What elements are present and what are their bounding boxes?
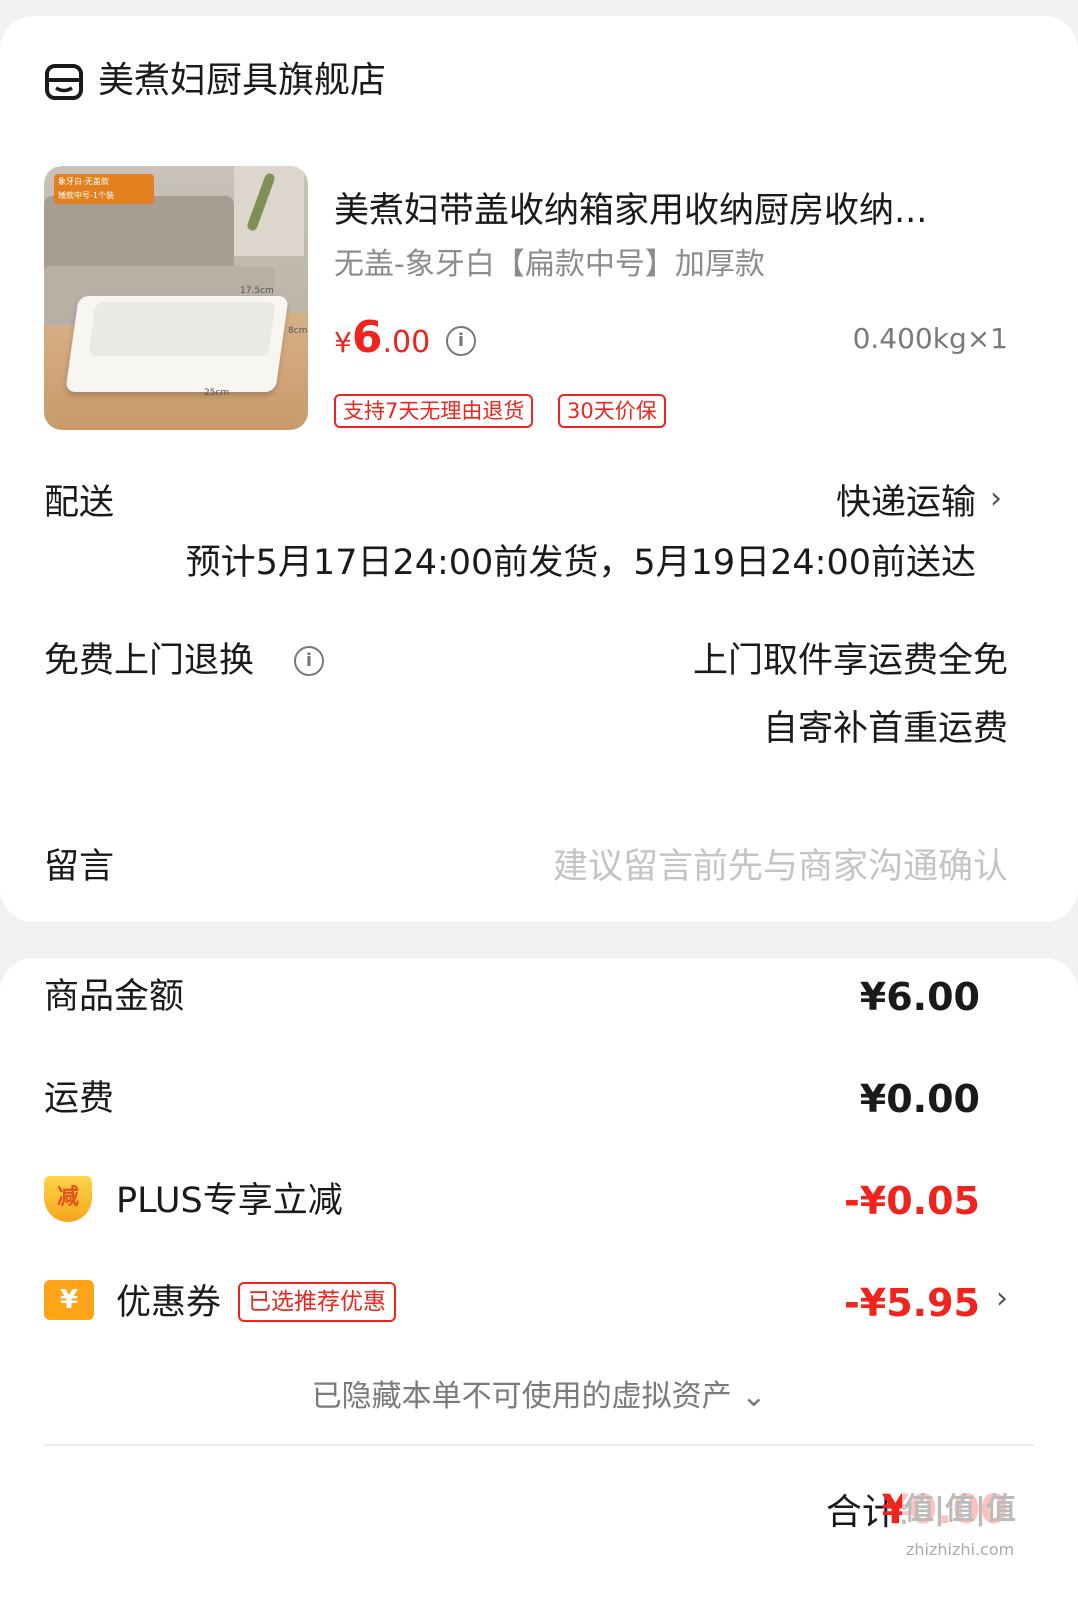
delivery-method[interactable]: 快递运输 xyxy=(836,478,976,528)
product-title[interactable]: 美煮妇带盖收纳箱家用收纳厨房收纳... xyxy=(334,186,984,236)
delivery-chevron-right-icon[interactable]: › xyxy=(990,474,1002,524)
coupon-yen-icon: ¥ xyxy=(44,1280,94,1320)
dim-height: 8cm xyxy=(288,326,308,336)
price-protect-tag: 30天价保 xyxy=(558,394,666,428)
delivery-estimate: 预计5月17日24:00前发货，5月19日24:00前送达 xyxy=(185,543,976,583)
shipping-fee-value: ¥0.00 xyxy=(859,1077,980,1121)
coupon-recommended-tag: 已选推荐优惠 xyxy=(238,1282,396,1322)
delivery-label: 配送 xyxy=(44,483,115,523)
message-input[interactable]: 建议留言前先与商家沟通确认 xyxy=(553,842,1008,892)
goods-amount-label: 商品金额 xyxy=(44,977,185,1017)
order-card: 美煮妇厨具旗舰店 象牙白-无盖款 矮款中号-1个装 17.5cm 8cm 25c… xyxy=(0,16,1078,922)
divider xyxy=(44,1444,1034,1446)
goods-amount-value: ¥6.00 xyxy=(859,975,980,1019)
store-name[interactable]: 美煮妇厨具旗舰店 xyxy=(98,56,386,106)
price-info-icon[interactable]: i xyxy=(446,326,476,356)
return-policy-tag: 支持7天无理由退货 xyxy=(334,394,534,428)
dim-width: 25cm xyxy=(204,388,230,398)
product-variant[interactable]: 无盖-象牙白【扁款中号】加厚款 xyxy=(334,242,765,288)
watermark-logo: 值|值|值 xyxy=(904,1492,1016,1527)
watermark-url: zhizhizhi.com xyxy=(906,1540,1015,1559)
coupon-value[interactable]: -¥5.95 xyxy=(844,1278,980,1328)
store-icon xyxy=(45,64,83,100)
product-image[interactable]: 象牙白-无盖款 矮款中号-1个装 17.5cm 8cm 25cm xyxy=(44,166,308,430)
return-service-label: 免费上门退换 xyxy=(44,641,255,681)
product-price: ¥6.00 xyxy=(334,312,431,363)
shipping-fee-label: 运费 xyxy=(44,1079,115,1119)
coupon-chevron-right-icon[interactable]: › xyxy=(996,1274,1008,1324)
plus-discount-badge-icon: 减 xyxy=(44,1176,92,1222)
coupon-label[interactable]: 优惠券 xyxy=(116,1278,221,1328)
product-image-tag: 象牙白-无盖款 矮款中号-1个装 xyxy=(54,174,154,204)
dim-depth: 17.5cm xyxy=(240,286,274,296)
plus-discount-value: -¥0.05 xyxy=(844,1179,980,1223)
message-label: 留言 xyxy=(44,847,115,887)
plus-discount-label: PLUS专享立减 xyxy=(116,1181,343,1221)
hidden-assets-toggle[interactable]: 已隐藏本单不可使用的虚拟资产 ⌄ xyxy=(0,1374,1078,1420)
product-weight-quantity: 0.400kg×1 xyxy=(852,322,1008,355)
return-service-line2: 自寄补首重运费 xyxy=(762,709,1008,749)
return-service-line1: 上门取件享运费全免 xyxy=(692,641,1008,681)
return-info-icon[interactable]: i xyxy=(294,646,324,676)
